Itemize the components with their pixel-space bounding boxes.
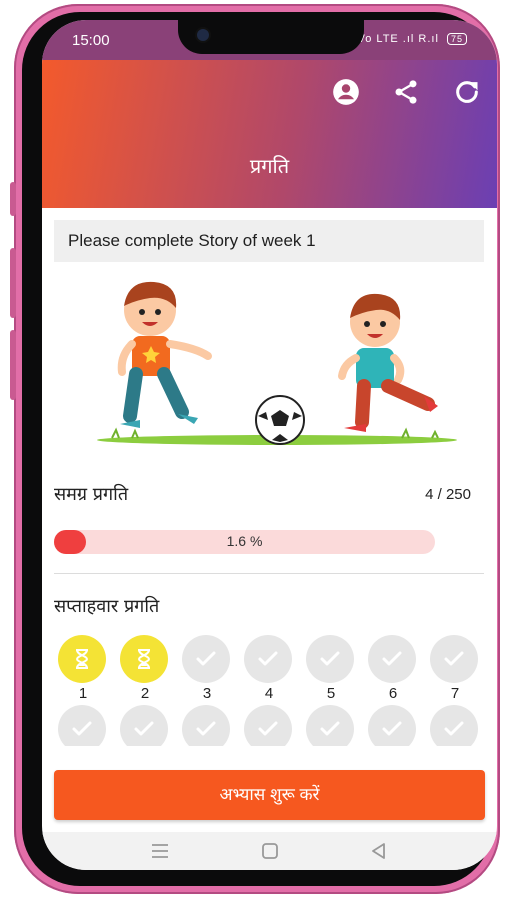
week-2-item[interactable]: 2 — [120, 635, 170, 702]
phone-side-button — [10, 248, 16, 318]
scroll-fade — [42, 746, 497, 766]
share-icon[interactable] — [392, 78, 420, 106]
account-circle-icon[interactable] — [332, 78, 360, 106]
week-7-item[interactable]: 7 — [430, 635, 480, 702]
week-6-item[interactable]: 6 — [368, 635, 418, 702]
weekly-progress-title: सप्ताहवार प्रगति — [54, 596, 160, 617]
kids-playing-football-illustration — [97, 281, 457, 445]
app-header: प्रगति — [42, 60, 497, 208]
system-navigation-bar — [42, 832, 497, 870]
check-icon — [182, 635, 230, 683]
home-square-icon[interactable] — [258, 840, 282, 862]
page-title: प्रगति — [249, 154, 290, 178]
progress-percent-label: 1.6 % — [226, 533, 263, 549]
front-camera — [197, 29, 209, 41]
start-practice-button[interactable]: अभ्यास शुरू करें — [54, 770, 485, 820]
app-screen: 15:00 Vo LTE .ıl R.ıl 75 प्रगति Please c… — [42, 20, 497, 870]
phone-side-button — [10, 182, 16, 216]
week-number-label: 3 — [202, 685, 212, 702]
check-icon — [306, 635, 354, 683]
overall-progress-title: समग्र प्रगति — [54, 484, 129, 505]
section-divider — [54, 573, 484, 574]
week-number-label: 2 — [140, 685, 150, 702]
week-number-label: 4 — [264, 685, 274, 702]
story-reminder-banner[interactable]: Please complete Story of week 1 — [54, 220, 484, 262]
status-time: 15:00 — [72, 32, 110, 49]
check-icon — [368, 635, 416, 683]
menu-icon[interactable] — [148, 840, 172, 862]
week-3-item[interactable]: 3 — [182, 635, 232, 702]
hourglass-icon — [58, 635, 106, 683]
week-number-label: 7 — [450, 685, 460, 702]
status-signal-icons: Vo LTE .ıl R.ıl 75 — [357, 33, 467, 45]
overall-progress-bar: 1.6 % — [54, 530, 435, 554]
refresh-icon[interactable] — [453, 78, 481, 106]
hourglass-icon — [120, 635, 168, 683]
network-status: Vo LTE .ıl R.ıl — [357, 33, 439, 45]
overall-progress-count: 4 / 250 — [425, 486, 471, 503]
week-1-item[interactable]: 1 — [58, 635, 108, 702]
banner-text: Please complete Story of week 1 — [68, 231, 316, 250]
week-number-label: 6 — [388, 685, 398, 702]
battery-icon: 75 — [446, 33, 467, 45]
back-triangle-icon[interactable] — [367, 840, 391, 862]
phone-side-button — [10, 330, 16, 400]
week-number-label: 5 — [326, 685, 336, 702]
week-number-label: 1 — [78, 685, 88, 702]
week-4-item[interactable]: 4 — [244, 635, 294, 702]
week-5-item[interactable]: 5 — [306, 635, 356, 702]
check-icon — [430, 635, 478, 683]
check-icon — [244, 635, 292, 683]
